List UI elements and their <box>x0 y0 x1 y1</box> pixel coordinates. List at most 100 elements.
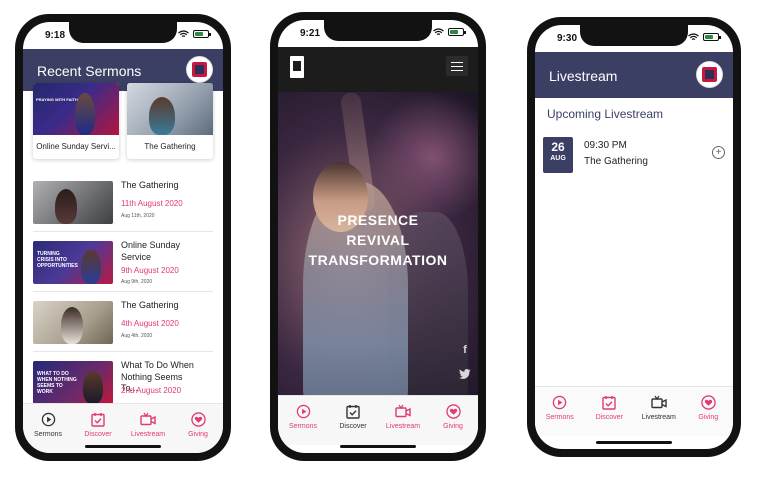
sermon-date: 11th August 2020 <box>121 199 183 208</box>
twitter-icon[interactable] <box>458 369 472 382</box>
phone-screen: 9:30 Livestream Upcoming Livestream 26 A… <box>535 25 733 449</box>
calendar-check-icon <box>345 403 361 419</box>
livestream-event[interactable]: 26 AUG 09:30 PM The Gathering + <box>543 137 725 181</box>
tab-label: Discover <box>339 423 367 430</box>
hero-line: TRANSFORMATION <box>308 252 448 268</box>
calendar-check-icon <box>601 394 617 410</box>
heart-icon <box>445 403 461 419</box>
screenshot-stage: 9:18 Recent Sermons PRAYING WITH FAITH O… <box>0 0 768 481</box>
sermon-date: 2nd August 2020 <box>121 386 182 395</box>
list-item[interactable]: TURNING CRISIS INTO OPPORTUNITIES Online… <box>33 232 213 292</box>
wifi-icon <box>688 33 699 40</box>
social-links: f <box>458 344 472 395</box>
phone-screen: 9:18 Recent Sermons PRAYING WITH FAITH O… <box>23 22 223 453</box>
tab-livestream[interactable]: Livestream <box>378 396 428 445</box>
sermon-title: The Gathering <box>121 300 179 310</box>
wifi-icon <box>433 28 444 35</box>
sermon-subdate: Aug 11th, 2020 <box>121 213 155 219</box>
home-indicator <box>85 445 161 448</box>
tab-discover[interactable]: Discover <box>328 396 378 445</box>
hero-line: PRESENCE <box>337 212 419 228</box>
hero-line: REVIVAL <box>346 232 410 248</box>
speaker-image <box>75 93 95 135</box>
tab-label: Sermons <box>288 423 317 430</box>
speaker-image <box>149 97 175 135</box>
status-time: 9:21 <box>300 28 321 39</box>
page-title: Recent Sermons <box>37 63 142 79</box>
event-time: 09:30 PM <box>584 140 627 151</box>
tab-sermons[interactable]: Sermons <box>535 387 585 436</box>
phone-notch <box>69 22 177 43</box>
battery-icon <box>193 30 211 38</box>
tab-discover[interactable]: Discover <box>585 387 635 436</box>
bottom-tab-bar: Sermons Discover Livestream Giving <box>535 386 733 436</box>
facebook-icon[interactable]: f <box>458 344 472 356</box>
video-camera-icon <box>140 411 156 427</box>
hero-headline: PRESENCE REVIVAL TRANSFORMATION <box>278 210 478 270</box>
tab-label: Sermons <box>33 431 62 438</box>
calendar-check-icon <box>90 411 106 427</box>
tab-sermons[interactable]: Sermons <box>23 404 73 453</box>
tab-giving[interactable]: Giving <box>173 404 223 453</box>
tab-label: Giving <box>443 423 463 430</box>
tab-label: Giving <box>188 431 208 438</box>
featured-caption: The Gathering <box>144 142 196 151</box>
event-date-badge: 26 AUG <box>543 137 573 173</box>
thumbnail-text: PRAYING WITH FAITH <box>36 97 78 102</box>
sermon-thumbnail <box>127 83 213 135</box>
sermon-date: 9th August 2020 <box>121 266 179 275</box>
list-item[interactable]: The Gathering 4th August 2020 Aug 4th, 2… <box>33 292 213 352</box>
phone-recent-sermons: 9:18 Recent Sermons PRAYING WITH FAITH O… <box>15 14 231 461</box>
battery-icon <box>448 28 466 36</box>
tab-label: Discover <box>595 414 623 421</box>
sermon-subdate: Aug 9th, 2020 <box>121 279 153 285</box>
page-title: Livestream <box>549 68 618 84</box>
tab-giving[interactable]: Giving <box>428 396 478 445</box>
play-circle-icon <box>295 403 311 419</box>
sermon-thumbnail <box>33 301 113 344</box>
hero-banner: PRESENCE REVIVAL TRANSFORMATION f <box>278 92 478 395</box>
list-item[interactable]: The Gathering 11th August 2020 Aug 11th,… <box>33 172 213 232</box>
sermon-title: Online Sunday Service <box>121 240 181 262</box>
church-logo[interactable] <box>186 56 213 83</box>
sermon-list: The Gathering 11th August 2020 Aug 11th,… <box>23 172 223 412</box>
bottom-tab-bar: Sermons Discover Livestream Giving <box>278 395 478 445</box>
sermon-thumbnail: TURNING CRISIS INTO OPPORTUNITIES <box>33 241 113 284</box>
sermon-thumbnail: WHAT TO DO WHEN NOTHING SEEMS TO WORK <box>33 361 113 404</box>
event-month: AUG <box>550 155 566 162</box>
heart-icon <box>190 411 206 427</box>
church-logo[interactable] <box>696 61 723 88</box>
site-logo[interactable] <box>290 56 304 78</box>
tab-giving[interactable]: Giving <box>684 387 734 436</box>
tab-label: Discover <box>84 431 112 438</box>
phone-discover: 9:21 PRESENCE REVIVAL TRANSFORMATION f S… <box>270 12 486 461</box>
tab-sermons[interactable]: Sermons <box>278 396 328 445</box>
sermon-thumbnail <box>33 181 113 224</box>
featured-card[interactable]: The Gathering <box>127 83 213 159</box>
event-day: 26 <box>551 140 565 154</box>
tab-label: Giving <box>698 414 719 421</box>
phone-screen: 9:21 PRESENCE REVIVAL TRANSFORMATION f S… <box>278 20 478 453</box>
wifi-icon <box>178 30 189 37</box>
home-indicator <box>596 441 672 444</box>
thumbnail-text: TURNING CRISIS INTO OPPORTUNITIES <box>37 251 78 269</box>
video-camera-icon <box>395 403 411 419</box>
featured-card[interactable]: PRAYING WITH FAITH Online Sunday Servi..… <box>33 83 119 159</box>
sermon-title: The Gathering <box>121 180 179 190</box>
phone-notch <box>324 20 432 41</box>
tab-label: Livestream <box>641 414 676 421</box>
tab-label: Sermons <box>545 414 574 421</box>
sermon-thumbnail: PRAYING WITH FAITH <box>33 83 119 135</box>
tab-label: Livestream <box>385 423 421 430</box>
add-reminder-icon[interactable]: + <box>712 146 725 159</box>
tab-livestream[interactable]: Livestream <box>634 387 684 436</box>
phone-livestream: 9:30 Livestream Upcoming Livestream 26 A… <box>527 17 741 457</box>
home-indicator <box>340 445 416 448</box>
tab-label: Livestream <box>130 431 166 438</box>
event-name: The Gathering <box>584 156 648 167</box>
sermon-date: 4th August 2020 <box>121 319 179 328</box>
heart-icon <box>700 394 716 410</box>
thumbnail-text: WHAT TO DO WHEN NOTHING SEEMS TO WORK <box>37 371 77 395</box>
menu-icon[interactable] <box>446 56 468 76</box>
battery-icon <box>703 33 721 41</box>
